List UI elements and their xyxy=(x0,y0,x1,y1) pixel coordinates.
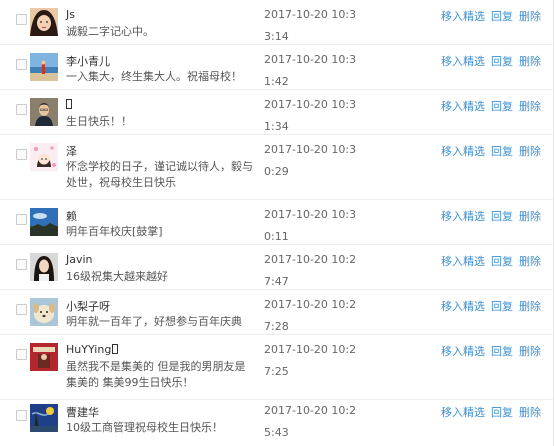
beach-scene-avatar xyxy=(30,53,58,81)
comment-row: 赖 明年百年校庆[鼓掌] 2017-10-20 10:30:11 移入精选 回复删… xyxy=(0,200,554,245)
cartoon-girl-avatar xyxy=(30,143,58,171)
woman-portrait-avatar xyxy=(30,253,58,281)
comment-row: 泽 怀念学校的日子，谨记诚以待人，毅与处世，祝母校生日快乐 2017-10-20… xyxy=(0,135,554,200)
comment-actions: 移入精选 回复 删除 xyxy=(441,404,541,420)
delete-button[interactable]: 删除 xyxy=(519,406,541,419)
commenter-name: 曹建华 xyxy=(66,406,99,419)
commenter-name: HuYYing xyxy=(66,343,119,356)
row-checkbox[interactable] xyxy=(16,104,27,115)
delete-button[interactable]: 删除 xyxy=(519,300,541,313)
reply-button[interactable]: 回复 xyxy=(491,100,513,113)
dog-avatar xyxy=(30,298,58,326)
comment-text: 诚毅二字记心中。 xyxy=(66,25,154,38)
comment-actions: 移入精选 回复 删除 xyxy=(441,8,541,24)
row-checkbox[interactable] xyxy=(16,59,27,70)
comment-actions: 移入精选 回复 删除 xyxy=(441,98,541,114)
commenter-name: 赖 xyxy=(66,210,77,223)
comment-row: 曹建华 10级工商管理祝母校生日快乐！ 2017-10-20 10:25:43 … xyxy=(0,400,554,446)
comment-text: 10级工商管理祝母校生日快乐！ xyxy=(66,421,223,434)
feature-button[interactable]: 移入精选 xyxy=(441,55,485,68)
comment-text: 生日快乐！！ xyxy=(66,115,132,128)
row-checkbox[interactable] xyxy=(16,214,27,225)
row-checkbox[interactable] xyxy=(16,149,27,160)
row-checkbox[interactable] xyxy=(16,349,27,360)
feature-button[interactable]: 移入精选 xyxy=(441,145,485,158)
comment-time: 2017-10-20 10:31:34 xyxy=(264,98,357,133)
van-gogh-painting-avatar xyxy=(30,404,58,432)
delete-button[interactable]: 删除 xyxy=(519,255,541,268)
reply-button[interactable]: 回复 xyxy=(491,406,513,419)
sky-landscape-avatar xyxy=(30,208,58,236)
commenter-name: Javin xyxy=(66,253,93,266)
delete-button[interactable]: 删除 xyxy=(519,10,541,23)
comment-text: 虽然我不是集美的 但是我的男朋友是集美的 集美99生日快乐！ xyxy=(66,360,246,389)
comment-text: 明年就一百年了，好想参与百年庆典 xyxy=(66,315,242,328)
red-poster-avatar xyxy=(30,343,58,371)
commenter-name: 小梨子呀 xyxy=(66,300,110,313)
row-checkbox[interactable] xyxy=(16,259,27,270)
delete-button[interactable]: 删除 xyxy=(519,345,541,358)
row-checkbox[interactable] xyxy=(16,410,27,421)
comment-actions: 移入精选 回复 删除 xyxy=(441,143,541,159)
girl-portrait-avatar xyxy=(30,8,58,36)
feature-button[interactable]: 移入精选 xyxy=(441,345,485,358)
comment-time: 2017-10-20 10:27:47 xyxy=(264,253,357,288)
comment-row: Js 诚毅二字记心中。 2017-10-20 10:33:14 移入精选 回复 删除 xyxy=(0,0,554,45)
comment-text: 明年百年校庆[鼓掌] xyxy=(66,225,163,238)
reply-button[interactable]: 回复 xyxy=(491,55,513,68)
delete-button[interactable]: 删除 xyxy=(519,55,541,68)
comment-time: 2017-10-20 10:30:11 xyxy=(264,208,357,243)
reply-button[interactable]: 回复 xyxy=(491,255,513,268)
comment-row: 小梨子呀 明年就一百年了，好想参与百年庆典 2017-10-20 10:27:2… xyxy=(0,290,554,335)
comment-time: 2017-10-20 10:31:42 xyxy=(264,53,357,88)
comment-actions: 移入精选 回复 删除 xyxy=(441,53,541,69)
missing-glyph-icon xyxy=(66,99,72,109)
row-checkbox[interactable] xyxy=(16,14,27,25)
commenter-name: Js xyxy=(66,8,75,21)
comment-time: 2017-10-20 10:27:25 xyxy=(264,343,357,378)
comment-list: Js 诚毅二字记心中。 2017-10-20 10:33:14 移入精选 回复 删除… xyxy=(0,0,554,446)
comment-actions: 移入精选 回复 删除 xyxy=(441,343,541,359)
comment-time: 2017-10-20 10:33:14 xyxy=(264,8,357,43)
missing-glyph-icon xyxy=(112,344,119,354)
reply-button[interactable]: 回复 xyxy=(491,145,513,158)
delete-button[interactable]: 删除 xyxy=(519,145,541,158)
feature-button[interactable]: 移入精选 xyxy=(441,10,485,23)
feature-button[interactable]: 移入精选 xyxy=(441,100,485,113)
comment-actions: 移入精选 回复 删除 xyxy=(441,298,541,314)
commenter-name-text: HuYYing xyxy=(66,343,112,356)
comment-time: 2017-10-20 10:25:43 xyxy=(264,404,357,439)
feature-button[interactable]: 移入精选 xyxy=(441,406,485,419)
feature-button[interactable]: 移入精选 xyxy=(441,300,485,313)
comment-text: 一入集大，终生集大人。祝福母校！ xyxy=(66,70,242,83)
comment-actions: 移入精选 回复 删除 xyxy=(441,253,541,269)
reply-button[interactable]: 回复 xyxy=(491,300,513,313)
comment-row: Javin 16级祝集大越来越好 2017-10-20 10:27:47 移入精… xyxy=(0,245,554,290)
reply-button[interactable]: 回复 xyxy=(491,345,513,358)
comment-row: HuYYing 虽然我不是集美的 但是我的男朋友是集美的 集美99生日快乐！ 2… xyxy=(0,335,554,400)
comment-time: 2017-10-20 10:30:29 xyxy=(264,143,357,178)
comment-row: 生日快乐！！ 2017-10-20 10:31:34 移入精选 回复 删除 xyxy=(0,90,554,135)
feature-button[interactable]: 移入精选 xyxy=(441,255,485,268)
commenter-name xyxy=(66,98,72,111)
delete-button[interactable]: 删除 xyxy=(519,100,541,113)
commenter-name: 泽 xyxy=(66,145,77,158)
comment-text: 16级祝集大越来越好 xyxy=(66,270,168,283)
comment-actions: 移入精选 回复 删除 xyxy=(441,208,541,224)
row-checkbox[interactable] xyxy=(16,304,27,315)
reply-button[interactable]: 回复 xyxy=(491,210,513,223)
delete-button[interactable]: 删除 xyxy=(519,210,541,223)
comment-row: 李小青儿 一入集大，终生集大人。祝福母校！ 2017-10-20 10:31:4… xyxy=(0,45,554,90)
comment-text: 怀念学校的日子，谨记诚以待人，毅与处世，祝母校生日快乐 xyxy=(66,160,253,189)
man-portrait-avatar xyxy=(30,98,58,126)
feature-button[interactable]: 移入精选 xyxy=(441,210,485,223)
commenter-name: 李小青儿 xyxy=(66,55,110,68)
reply-button[interactable]: 回复 xyxy=(491,10,513,23)
comment-time: 2017-10-20 10:27:28 xyxy=(264,298,357,333)
